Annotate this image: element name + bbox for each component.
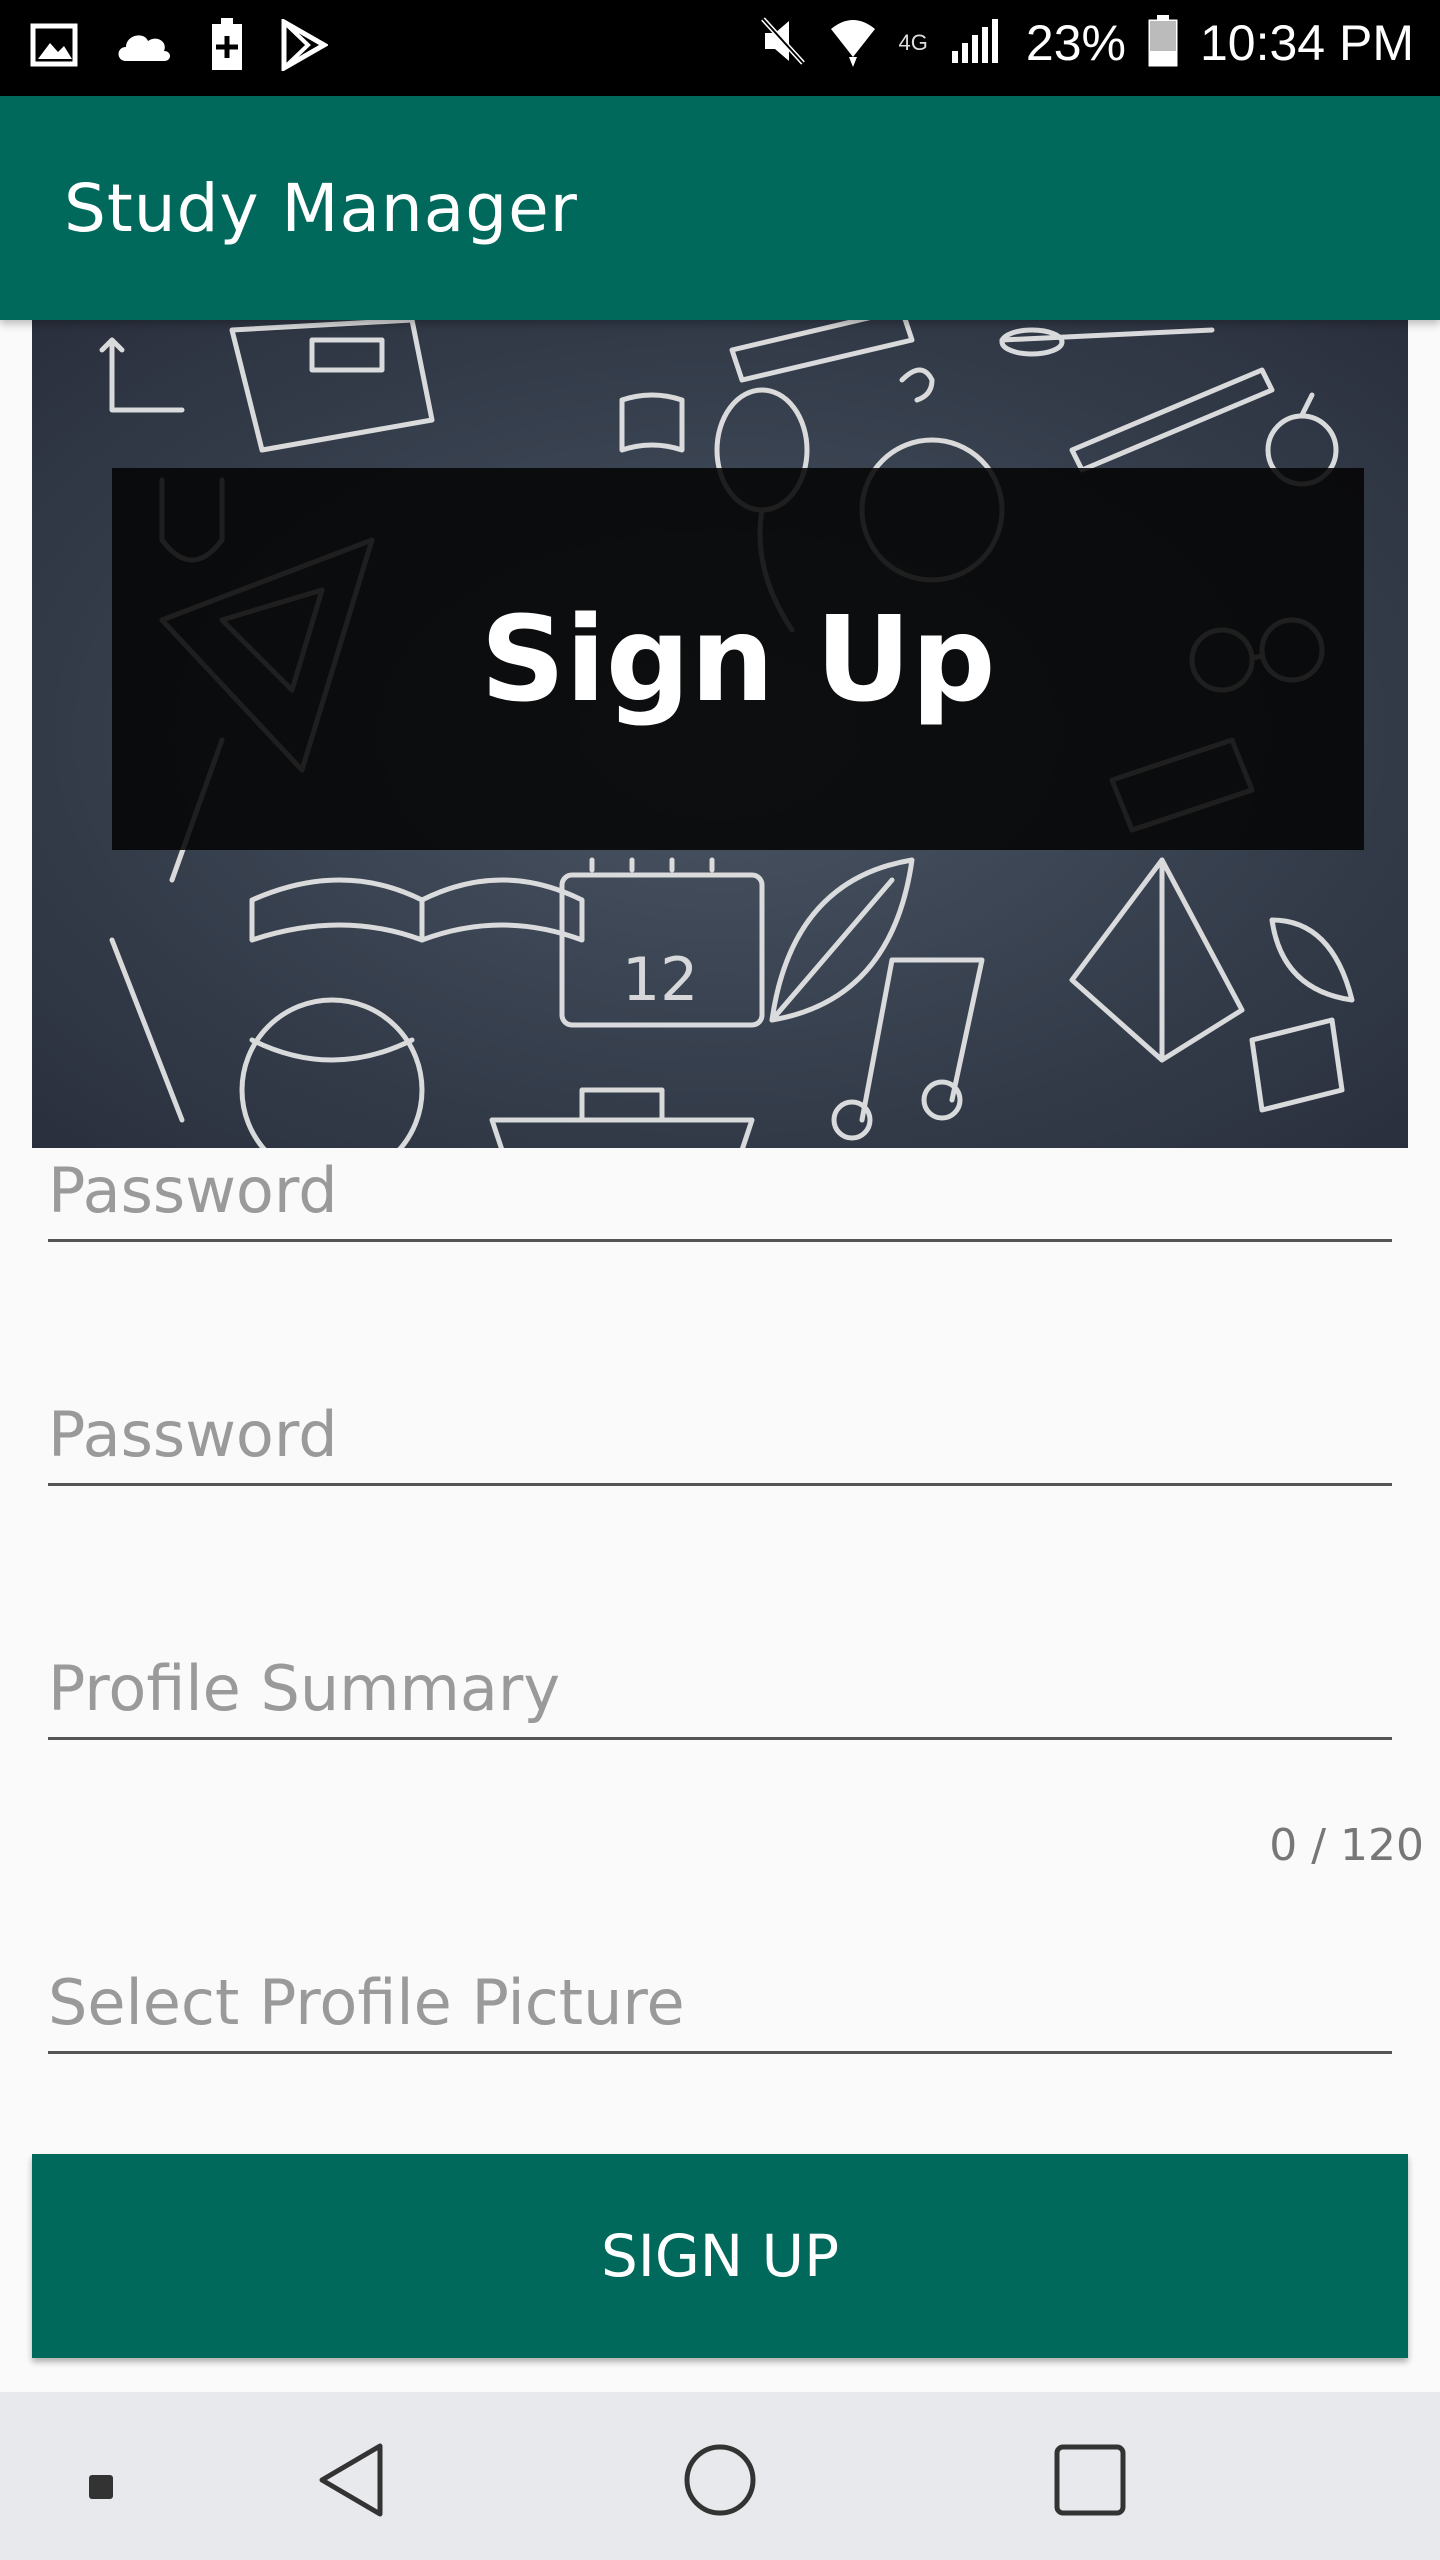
battery-percent: 23%	[1025, 15, 1126, 71]
confirm-password-field-wrapper	[48, 1398, 1392, 1486]
recents-icon[interactable]	[1052, 2442, 1128, 2523]
signup-banner-box: Sign Up	[112, 468, 1364, 850]
select-profile-picture-field[interactable]	[48, 1966, 1392, 2054]
gallery-icon	[30, 21, 78, 74]
signup-banner-title: Sign Up	[480, 590, 996, 728]
battery-saver-icon	[210, 18, 244, 77]
profile-summary-counter: 0 / 120	[1269, 1820, 1424, 1871]
wifi-icon	[829, 15, 877, 72]
network-type: 4G	[898, 30, 928, 55]
app-title: Study Manager	[64, 170, 578, 247]
profile-summary-field[interactable]	[48, 1652, 1392, 1740]
back-icon[interactable]	[316, 2442, 386, 2523]
cloud-icon	[114, 25, 174, 70]
confirm-password-field[interactable]	[48, 1398, 1392, 1486]
play-store-icon	[280, 17, 330, 76]
battery-icon	[1148, 14, 1178, 72]
password-field[interactable]	[48, 1154, 1392, 1242]
clock: 10:34 PM	[1199, 15, 1414, 71]
home-icon[interactable]	[682, 2442, 758, 2523]
status-bar: 4G 23% 10:34 PM	[0, 0, 1440, 96]
app-bar: Study Manager	[0, 96, 1440, 320]
signup-banner-image: 12 Sign Up	[32, 320, 1408, 1148]
mute-icon	[759, 15, 807, 72]
profile-picture-field-wrapper	[48, 1966, 1392, 2054]
calendar-number: 12	[622, 945, 698, 1015]
signal-icon	[950, 17, 1004, 70]
password-field-wrapper	[48, 1154, 1392, 1242]
menu-dot-icon[interactable]	[88, 2474, 114, 2505]
navigation-bar	[0, 2392, 1440, 2560]
sign-up-button[interactable]: SIGN UP	[32, 2154, 1408, 2358]
profile-summary-field-wrapper	[48, 1652, 1392, 1740]
